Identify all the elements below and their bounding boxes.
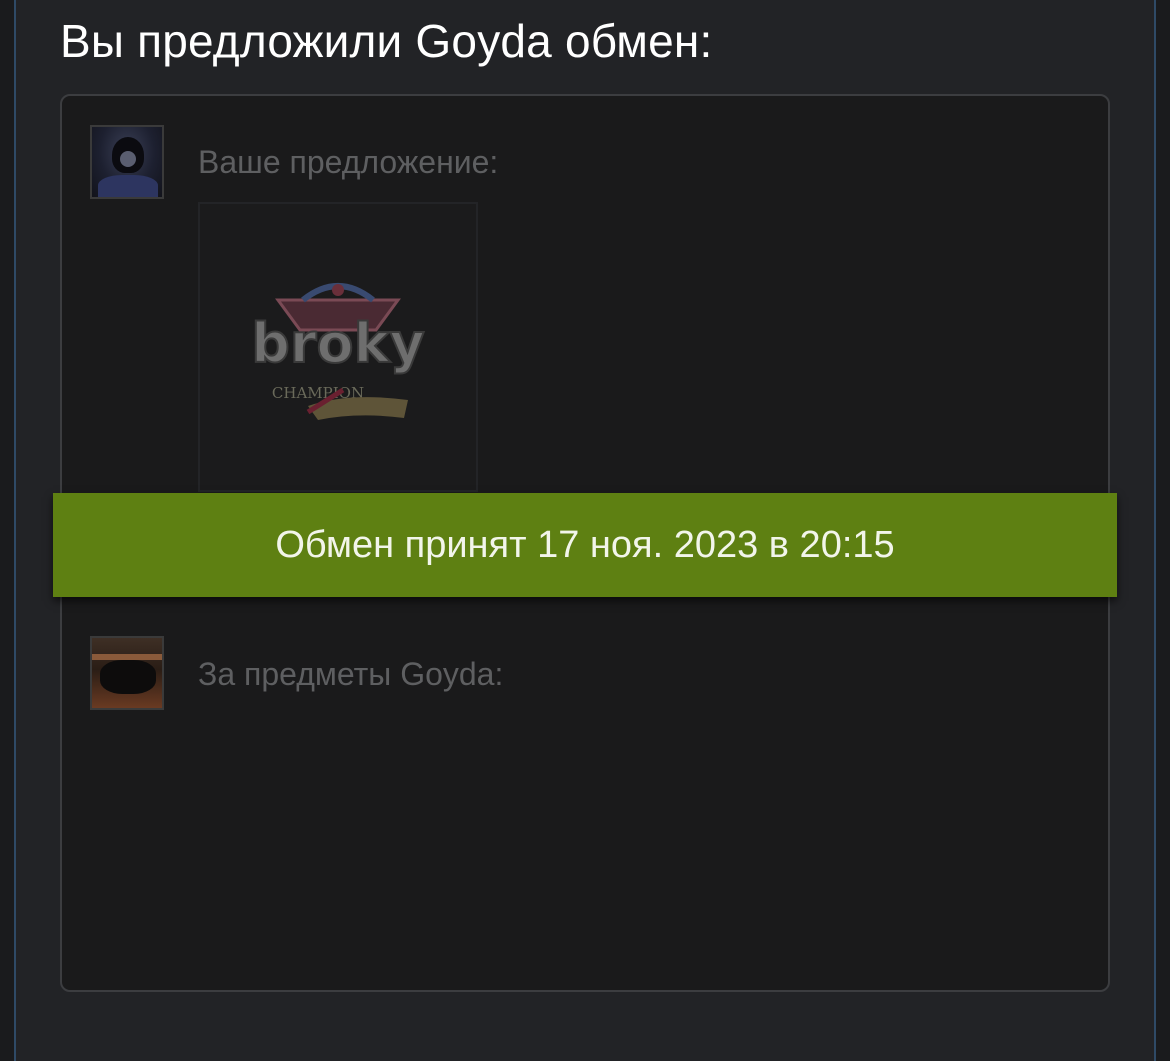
trade-item-slot[interactable]: broky CHAMPION <box>198 202 478 492</box>
page-edge-left <box>14 0 16 1061</box>
broky-sticker-image: broky CHAMPION <box>250 283 426 420</box>
page-edge-right <box>1154 0 1156 1061</box>
page-title: Вы предложили Goyda обмен: <box>60 15 713 67</box>
goyda-avatar[interactable] <box>90 636 164 710</box>
their-items-label: За предметы Goyda: <box>198 656 504 692</box>
your-avatar[interactable] <box>90 125 164 199</box>
your-offer-label: Ваше предложение: <box>198 144 499 180</box>
trade-accepted-text: Обмен принят 17 ноя. 2023 в 20:15 <box>275 523 895 566</box>
trade-offer-page: Вы предложили Goyda обмен: Ваше предложе… <box>0 0 1170 1061</box>
trade-accepted-banner: Обмен принят 17 ноя. 2023 в 20:15 <box>53 493 1117 597</box>
svg-text:broky: broky <box>251 312 425 375</box>
